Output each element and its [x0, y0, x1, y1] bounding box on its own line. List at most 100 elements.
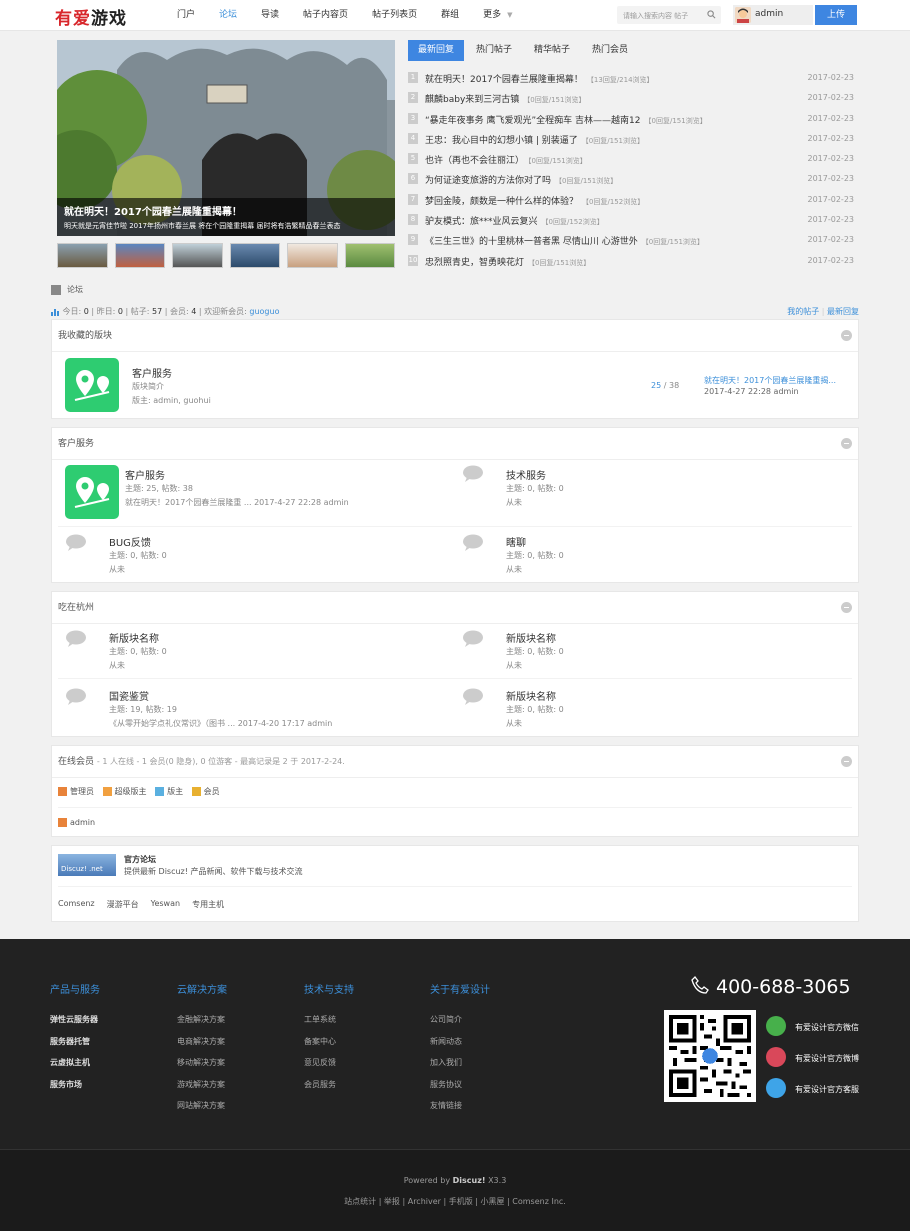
thread-row[interactable]: 4 王忠：我心目中的幻想小镇 | 别装逼了 【0回复/151浏览】 2017-02-2… — [408, 130, 856, 150]
tab-hot-threads[interactable]: 热门帖子 — [466, 40, 522, 61]
thread-title-text[interactable]: 驴友模式：旅***业风云复兴 — [425, 217, 538, 227]
link-hosting[interactable]: 专用主机 — [192, 899, 224, 910]
collapse-icon[interactable] — [841, 602, 852, 613]
tab-hot-members[interactable]: 热门会员 — [582, 40, 638, 61]
thumbnail[interactable] — [114, 243, 165, 268]
forum-name[interactable]: 客户服务 — [132, 365, 172, 380]
forum-name[interactable]: 新版块名称 — [109, 630, 159, 645]
nav-post-content[interactable]: 帖子内容页 — [291, 0, 360, 31]
thread-row[interactable]: 3 “暴走年夜事务 鹰飞爱观光”全程痴车 吉林——越南12 【0回复/151浏览】 2… — [408, 110, 856, 130]
search-input[interactable]: 请输入搜索内容 帖子 — [617, 6, 721, 24]
thread-title[interactable]: 《三生三世》的十里桃林一普者黑 尽情山川 心游世外 【0回复/151浏览】 — [425, 234, 704, 247]
thread-title-text[interactable]: 为何证途变旅游的方法你对了吗 — [425, 176, 551, 186]
search-icon[interactable] — [707, 10, 716, 19]
link-comsenz[interactable]: Comsenz — [58, 899, 95, 910]
breadcrumb-forum[interactable]: 论坛 — [67, 285, 83, 294]
tab-digest-threads[interactable]: 精华帖子 — [524, 40, 580, 61]
footer-link[interactable]: 弹性云服务器 — [50, 1014, 100, 1036]
forum-name[interactable]: 国瓷鉴赏 — [109, 688, 149, 703]
featured-slider[interactable]: 就在明天！2017个园春兰展隆重揭幕！ 明天就是元宵佳节啦 2017年扬州市春兰… — [57, 40, 395, 236]
online-username[interactable]: admin — [70, 818, 95, 827]
thread-title[interactable]: 麒麟baby来到三河古镇 【0回复/151浏览】 — [425, 92, 585, 105]
footer-link[interactable]: 公司简介 — [430, 1014, 490, 1036]
footer-link[interactable]: 工单系统 — [304, 1014, 354, 1036]
thread-title-text[interactable]: 麒麟baby来到三河古镇 — [425, 95, 519, 105]
discuz-link[interactable]: Discuz! — [453, 1176, 486, 1185]
forum-name[interactable]: 新版块名称 — [506, 688, 556, 703]
thread-title-text[interactable]: 忠烈照青史，智勇映花灯 — [425, 258, 524, 268]
collapse-icon[interactable] — [841, 438, 852, 449]
thread-title[interactable]: 王忠：我心目中的幻想小镇 | 别装逼了 【0回复/151浏览】 — [425, 133, 644, 146]
thread-title[interactable]: 梦回金陵，颇数是一种什么样的体验？ 【0回复/152浏览】 — [425, 194, 644, 207]
forum-name[interactable]: 客户服务 — [125, 467, 165, 482]
thumbnail[interactable] — [57, 243, 108, 268]
forum-name[interactable]: 瞎聊 — [506, 534, 526, 549]
forum-last-post[interactable]: 就在明天！2017个园春兰展隆重 ... 2017-4-27 22:28 adm… — [125, 497, 349, 508]
upload-button[interactable]: 上传 — [815, 5, 857, 25]
thread-row[interactable]: 2 麒麟baby来到三河古镇 【0回复/151浏览】 2017-02-23 — [408, 89, 856, 109]
forum-last-post[interactable]: 《从零开始学点礼仪常识》（图书 ... 2017-4-20 17:17 admi… — [109, 718, 332, 729]
thumbnail[interactable] — [229, 243, 280, 268]
footer-link[interactable]: 加入我们 — [430, 1057, 490, 1079]
nav-groups[interactable]: 群组 — [429, 0, 471, 31]
thread-title[interactable]: 为何证途变旅游的方法你对了吗 【0回复/151浏览】 — [425, 173, 617, 186]
footer-link[interactable]: 备案中心 — [304, 1036, 354, 1058]
tab-latest-reply[interactable]: 最新回复 — [408, 40, 465, 61]
thumbnail[interactable] — [344, 243, 395, 268]
thread-row[interactable]: 8 驴友模式：旅***业风云复兴 【0回复/152浏览】 2017-02-23 — [408, 211, 856, 231]
latest-reply-link[interactable]: 最新回复 — [827, 307, 859, 316]
nav-more[interactable]: 更多 ▼ — [471, 0, 524, 31]
nav-forum[interactable]: 论坛 — [207, 0, 249, 31]
footer-link[interactable]: 游戏解决方案 — [177, 1079, 227, 1101]
footer-link[interactable]: 电商解决方案 — [177, 1036, 227, 1058]
thumbnail[interactable] — [287, 243, 338, 268]
new-member-link[interactable]: guoguo — [249, 307, 279, 316]
footer-link[interactable]: 新闻动态 — [430, 1036, 490, 1058]
thread-row[interactable]: 6 为何证途变旅游的方法你对了吗 【0回复/151浏览】 2017-02-23 — [408, 170, 856, 190]
thread-title[interactable]: 驴友模式：旅***业风云复兴 【0回复/152浏览】 — [425, 214, 604, 227]
bottom-links[interactable]: 站点统计 | 举报 | Archiver | 手机版 | 小黑屋 | Comse… — [0, 1196, 910, 1207]
section-title[interactable]: 在线会员 — [58, 757, 94, 767]
nav-portal[interactable]: 门户 — [165, 0, 207, 31]
link-manyou[interactable]: 漫游平台 — [107, 899, 139, 910]
footer-link[interactable]: 云虚拟主机 — [50, 1057, 100, 1079]
thread-row[interactable]: 5 也许（再也不会往丽江） 【0回复/151浏览】 2017-02-23 — [408, 150, 856, 170]
footer-link[interactable]: 服务器托管 — [50, 1036, 100, 1058]
nav-guide[interactable]: 导读 — [249, 0, 291, 31]
thread-title[interactable]: 就在明天！2017个园春兰展隆重揭幕！ 【13回复/214浏览】 — [425, 72, 654, 85]
thread-title-text[interactable]: 也许（再也不会往丽江） — [425, 156, 524, 166]
footer-link[interactable]: 金融解决方案 — [177, 1014, 227, 1036]
thread-title-text[interactable]: 《三生三世》的十里桃林一普者黑 尽情山川 心游世外 — [425, 237, 638, 247]
thread-row[interactable]: 10 忠烈照青史，智勇映花灯 【0回复/151浏览】 2017-02-23 — [408, 252, 856, 272]
thread-title[interactable]: 也许（再也不会往丽江） 【0回复/151浏览】 — [425, 153, 587, 166]
my-posts-link[interactable]: 我的帖子 — [787, 307, 819, 316]
nav-post-list[interactable]: 帖子列表页 — [360, 0, 429, 31]
thumbnail[interactable] — [172, 243, 223, 268]
link-title[interactable]: 官方论坛 — [124, 854, 156, 865]
thread-title-text[interactable]: 梦回金陵，颇数是一种什么样的体验？ — [425, 197, 578, 207]
collapse-icon[interactable] — [841, 330, 852, 341]
footer-link[interactable]: 意见反馈 — [304, 1057, 354, 1079]
online-user[interactable]: admin — [58, 818, 95, 827]
discuz-logo[interactable]: Discuz! .net — [58, 854, 116, 876]
thread-title-text[interactable]: 就在明天！2017个园春兰展隆重揭幕！ — [425, 75, 583, 85]
thread-title[interactable]: “暴走年夜事务 鹰飞爱观光”全程痴车 吉林——越南12 【0回复/151浏览】 — [425, 113, 707, 126]
slider-caption-title[interactable]: 就在明天！2017个园春兰展隆重揭幕！ — [64, 203, 242, 218]
thread-row[interactable]: 7 梦回金陵，颇数是一种什么样的体验？ 【0回复/152浏览】 2017-02-23 — [408, 191, 856, 211]
thread-row[interactable]: 1 就在明天！2017个园春兰展隆重揭幕！ 【13回复/214浏览】 2017-02-… — [408, 69, 856, 89]
thread-title-text[interactable]: “暴走年夜事务 鹰飞爱观光”全程痴车 吉林——越南12 — [425, 116, 641, 126]
site-logo[interactable]: 有爱游戏 — [55, 4, 127, 29]
footer-link[interactable]: 会员服务 — [304, 1079, 354, 1101]
footer-link[interactable]: 网站解决方案 — [177, 1100, 227, 1122]
forum-name[interactable]: 技术服务 — [506, 467, 546, 482]
thread-row[interactable]: 9 《三生三世》的十里桃林一普者黑 尽情山川 心游世外 【0回复/151浏览】 201… — [408, 231, 856, 251]
forum-name[interactable]: 新版块名称 — [506, 630, 556, 645]
footer-link[interactable]: 服务市场 — [50, 1079, 100, 1101]
thread-title[interactable]: 忠烈照青史，智勇映花灯 【0回复/151浏览】 — [425, 255, 590, 268]
thread-title-text[interactable]: 王忠：我心目中的幻想小镇 | 别装逼了 — [425, 136, 578, 146]
footer-link[interactable]: 友情链接 — [430, 1100, 490, 1122]
footer-link[interactable]: 移动解决方案 — [177, 1057, 227, 1079]
home-icon[interactable] — [51, 284, 61, 295]
user-menu[interactable]: admin — [733, 5, 813, 25]
forum-name[interactable]: BUG反馈 — [109, 534, 151, 549]
